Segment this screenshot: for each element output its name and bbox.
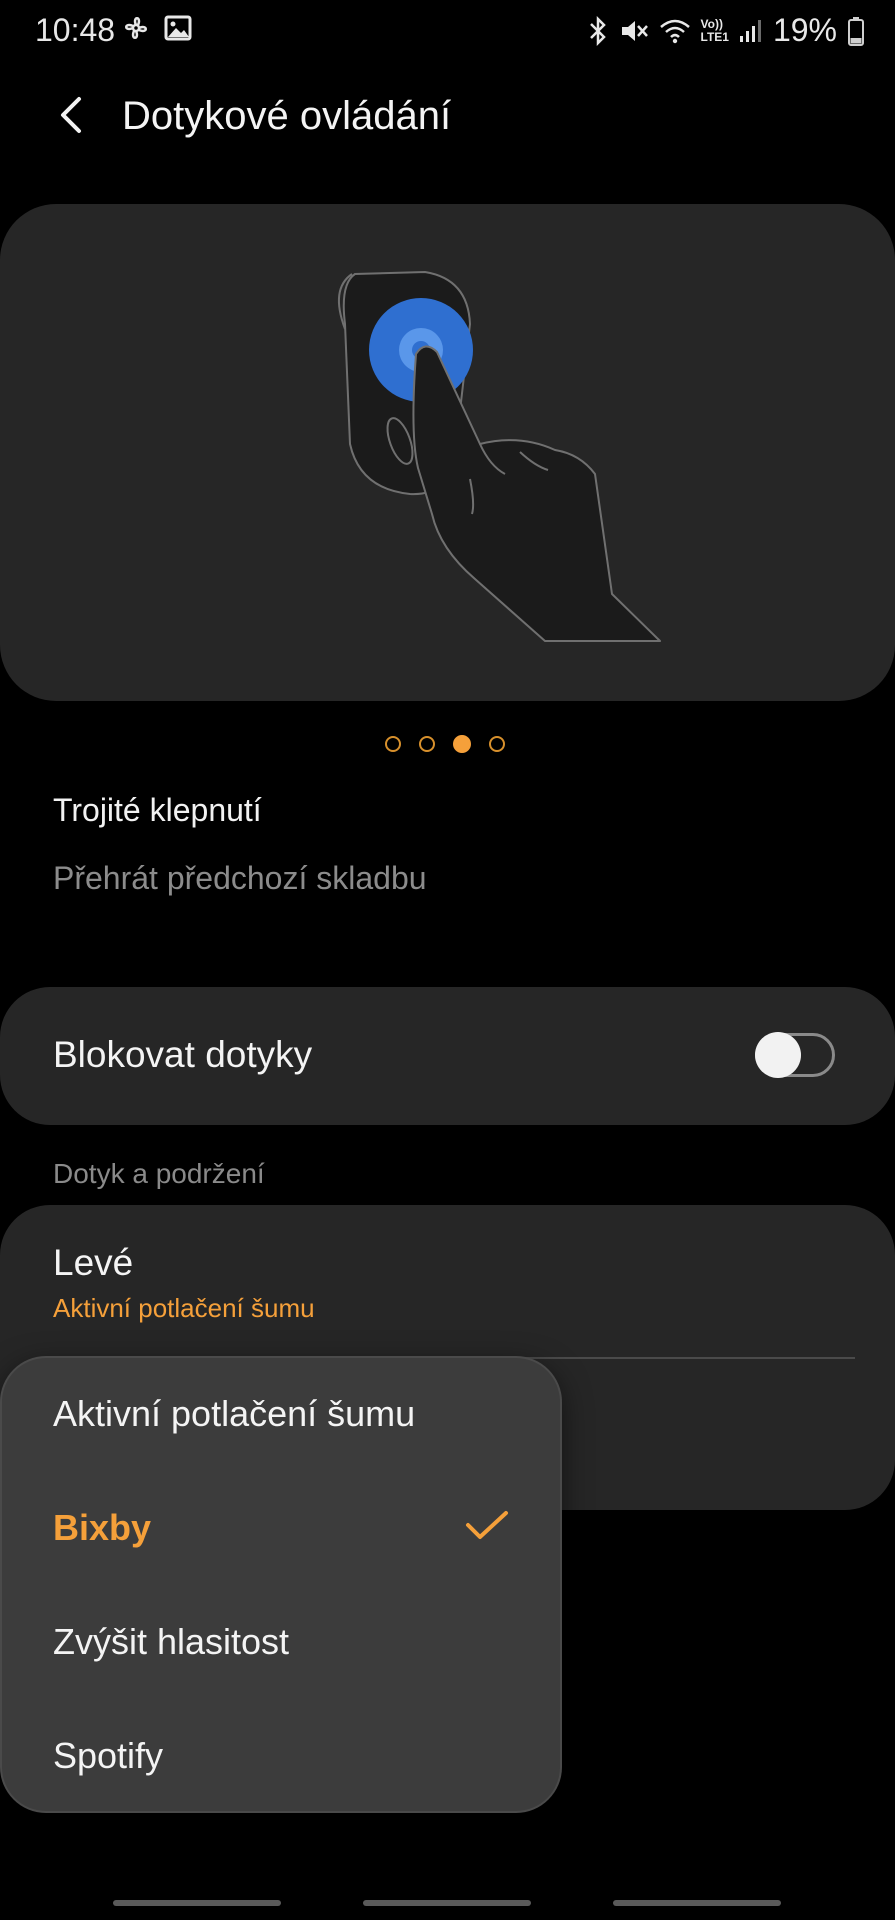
gesture-illustration (0, 204, 895, 701)
pager-dot[interactable] (489, 736, 505, 752)
lte-label: LTE1 (700, 29, 729, 44)
menu-item-anc[interactable]: Aktivní potlačení šumu (53, 1393, 415, 1435)
pager-dot[interactable] (419, 736, 435, 752)
nav-home-button[interactable] (363, 1900, 531, 1906)
toggle-knob (755, 1032, 801, 1078)
pager-dots (385, 735, 505, 753)
menu-item-bixby[interactable]: Bixby (53, 1507, 151, 1549)
mute-icon (619, 17, 649, 45)
section-header: Dotyk a podržení (53, 1158, 265, 1189)
gesture-title: Trojité klepnutí (53, 792, 262, 828)
image-icon (164, 15, 192, 46)
status-time: 10:48 (35, 12, 116, 48)
wifi-icon (659, 18, 691, 44)
left-earbud-label[interactable]: Levé (53, 1242, 133, 1284)
fan-icon (122, 14, 150, 47)
menu-item-volume-up[interactable]: Zvýšit hlasitost (53, 1621, 289, 1663)
chevron-left-icon (55, 95, 85, 140)
check-icon (464, 1508, 510, 1549)
bluetooth-icon (587, 15, 609, 46)
earbud-touch-illustration (337, 270, 661, 642)
battery-percent: 19% (772, 12, 837, 48)
page-title: Dotykové ovládání (122, 94, 452, 138)
back-button[interactable] (48, 92, 92, 142)
menu-item-spotify[interactable]: Spotify (53, 1735, 163, 1777)
pager-dot[interactable] (385, 736, 401, 752)
block-touches-label: Blokovat dotyky (53, 1034, 313, 1075)
left-earbud-value: Aktivní potlačení šumu (53, 1293, 315, 1323)
nav-back-button[interactable] (613, 1900, 781, 1906)
battery-icon (847, 16, 865, 46)
block-touches-toggle[interactable] (755, 1032, 835, 1078)
gesture-action: Přehrát předchozí skladbu (53, 860, 427, 896)
pager-dot-active[interactable] (453, 735, 471, 753)
volte-label: Vo)) (700, 16, 723, 31)
nav-recents-button[interactable] (113, 1900, 281, 1906)
signal-icon (739, 18, 763, 44)
